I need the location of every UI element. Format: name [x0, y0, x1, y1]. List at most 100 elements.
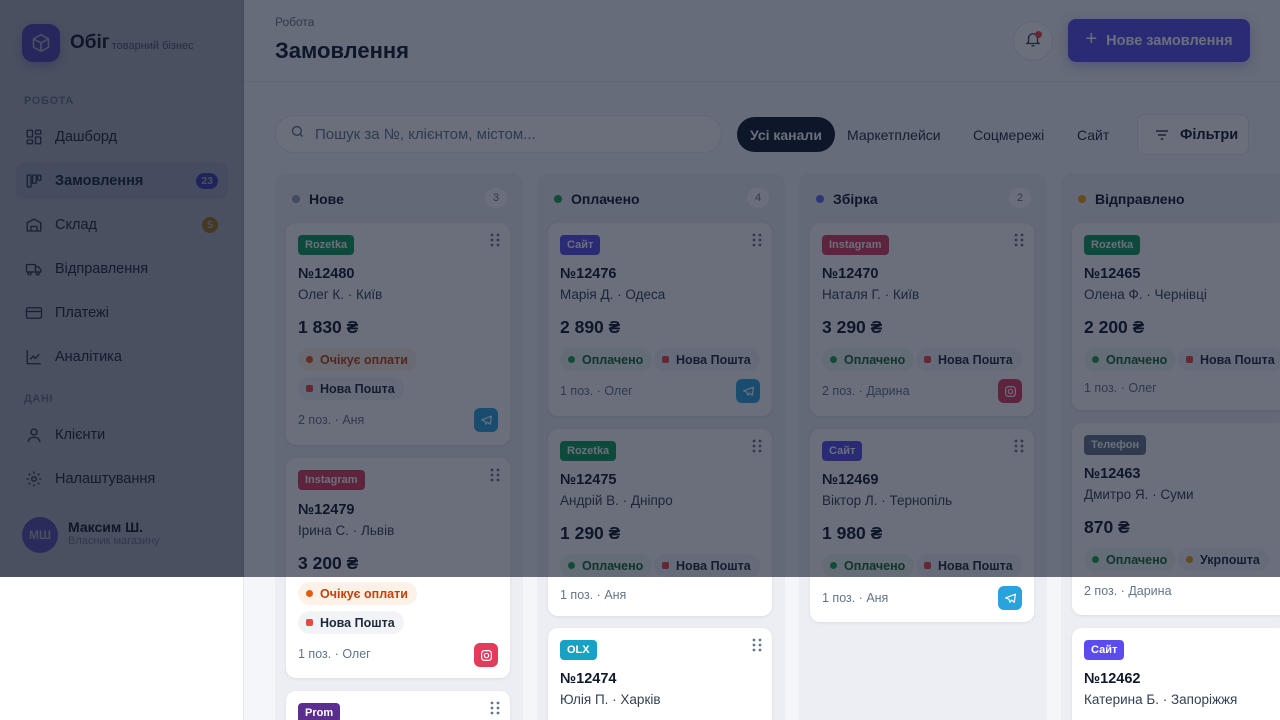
sidebar-item-analytics[interactable]: Аналітика — [16, 339, 228, 375]
drag-handle-icon[interactable] — [1014, 439, 1024, 453]
instagram-icon — [474, 643, 498, 667]
sidebar-item-label: Склад — [55, 217, 97, 233]
user-icon — [24, 425, 44, 445]
filters-label: Фільтри — [1180, 126, 1239, 143]
order-card[interactable]: Сайт №12476 Марія Д. · Одеса 2 890 ₴ Опл… — [548, 223, 772, 416]
payment-status-label: Оплачено — [844, 352, 906, 367]
order-amount: 870 ₴ — [1084, 517, 1130, 537]
order-number: №12474 — [560, 671, 617, 687]
column-count: 4 — [747, 188, 769, 208]
order-amount: 3 200 ₴ — [298, 553, 359, 573]
order-card[interactable]: Телефон №12463 Дмитро Я. · Суми 870 ₴ Оп… — [1072, 423, 1280, 615]
order-card[interactable]: Prom — [286, 691, 510, 720]
sidebar-item-dashboard[interactable]: Дашборд — [16, 119, 228, 155]
order-amount: 2 890 ₴ — [560, 317, 621, 337]
nav-section-data: ДАНІ — [24, 393, 54, 405]
order-amount: 2 200 ₴ — [1084, 317, 1145, 337]
sidebar-item-label: Платежі — [55, 305, 109, 321]
channel-tab-all[interactable]: Усі канали — [737, 117, 835, 152]
search-box[interactable] — [275, 115, 722, 153]
nav-section-work: РОБОТА — [24, 95, 74, 107]
header-divider — [244, 81, 1280, 82]
drag-handle-icon[interactable] — [752, 233, 762, 247]
order-number: №12475 — [560, 472, 617, 488]
channel-tab-social[interactable]: Соцмережі — [960, 117, 1057, 152]
order-card[interactable]: Сайт №12469 Віктор Л. · Тернопіль 1 980 … — [810, 429, 1034, 622]
order-customer: Віктор Л. · Тернопіль — [822, 493, 953, 508]
carrier-chip: Укрпошта — [1178, 548, 1269, 571]
order-number: №12469 — [822, 472, 879, 488]
column-status-dot — [554, 195, 562, 203]
new-order-label: Нове замовлення — [1106, 32, 1233, 49]
order-card[interactable]: Rozetka №12475 Андрій В. · Дніпро 1 290 … — [548, 429, 772, 616]
payment-status-label: Оплачено — [844, 558, 906, 573]
payment-status-chip: Оплачено — [560, 348, 653, 371]
drag-handle-icon[interactable] — [1014, 233, 1024, 247]
brand-subtitle: товарний бізнес — [111, 40, 194, 52]
warehouse-alert-badge: 5 — [202, 217, 218, 233]
drag-handle-icon[interactable] — [490, 701, 500, 715]
payment-status-chip: Оплачено — [1084, 548, 1177, 571]
telegram-icon — [998, 586, 1022, 610]
order-card[interactable]: Instagram №12470 Наталя Г. · Київ 3 290 … — [810, 223, 1034, 416]
drag-handle-icon[interactable] — [752, 638, 762, 652]
sidebar-item-label: Замовлення — [55, 173, 144, 189]
drag-handle-icon[interactable] — [490, 468, 500, 482]
sidebar-item-label: Аналітика — [55, 349, 122, 365]
sidebar-item-payments[interactable]: Платежі — [16, 295, 228, 331]
order-card[interactable]: Rozetka №12480 Олег К. · Київ 1 830 ₴ Оч… — [286, 223, 510, 445]
filters-button[interactable]: Фільтри — [1137, 114, 1249, 155]
filter-icon — [1154, 127, 1170, 143]
brand[interactable]: Обіг товарний бізнес — [22, 24, 194, 62]
new-order-button[interactable]: + Нове замовлення — [1068, 19, 1250, 62]
sidebar-item-shipments[interactable]: Відправлення — [16, 251, 228, 287]
order-card[interactable]: OLX №12474 Юлія П. · Харків — [548, 628, 772, 720]
channel-tab-marketplaces[interactable]: Маркетплейси — [834, 117, 954, 152]
carrier-label: Нова Пошта — [676, 352, 751, 367]
order-customer: Олег К. · Київ — [298, 287, 383, 302]
kanban-column-paid: Оплачено 4 Сайт №12476 Марія Д. · Одеса … — [537, 173, 785, 720]
channel-tab-site[interactable]: Сайт — [1064, 117, 1122, 152]
source-tag: Rozetka — [1084, 235, 1141, 255]
source-tag: OLX — [560, 640, 597, 660]
payment-status-chip: Оплачено — [560, 554, 653, 577]
breadcrumb[interactable]: Робота — [275, 15, 314, 29]
column-title: Оплачено — [571, 191, 640, 207]
order-meta: 2 поз. · Дарина — [1084, 584, 1172, 598]
payment-status-chip: Оплачено — [822, 348, 915, 371]
order-meta: 2 поз. · Аня — [298, 413, 365, 427]
warehouse-icon — [24, 215, 44, 235]
order-card[interactable]: Сайт №12462 Катерина Б. · Запоріжжя — [1072, 628, 1280, 720]
carrier-label: Нова Пошта — [1200, 352, 1275, 367]
order-customer: Юлія П. · Харків — [560, 692, 661, 707]
column-title: Збірка — [833, 191, 878, 207]
carrier-label: Нова Пошта — [320, 381, 395, 396]
column-title: Відправлено — [1095, 191, 1185, 207]
order-card[interactable]: Rozetka №12465 Олена Ф. · Чернівці 2 200… — [1072, 223, 1280, 410]
order-meta: 2 поз. · Дарина — [822, 384, 910, 398]
order-number: №12479 — [298, 502, 355, 518]
notifications-button[interactable] — [1013, 21, 1053, 61]
payment-status-chip: Оплачено — [1084, 348, 1177, 371]
user-name: Максим Ш. — [68, 519, 144, 535]
sidebar-item-warehouse[interactable]: Склад 5 — [16, 207, 228, 243]
sidebar-item-settings[interactable]: Налаштування — [16, 461, 228, 497]
telegram-icon — [736, 379, 760, 403]
order-number: №12465 — [1084, 266, 1141, 282]
sidebar-item-orders[interactable]: Замовлення 23 — [16, 163, 228, 199]
drag-handle-icon[interactable] — [752, 439, 762, 453]
source-tag: Rozetka — [560, 441, 617, 461]
drag-handle-icon[interactable] — [490, 233, 500, 247]
payment-status-label: Очікує оплати — [320, 586, 408, 601]
order-customer: Ірина С. · Львів — [298, 523, 395, 538]
user-profile[interactable]: МШ Максим Ш. Власник магазину — [22, 517, 160, 553]
order-number: №12480 — [298, 266, 355, 282]
order-meta: 1 поз. · Олег — [560, 384, 633, 398]
payment-status-chip: Очікує оплати — [298, 348, 417, 371]
search-input[interactable] — [315, 125, 695, 143]
carrier-label: Нова Пошта — [676, 558, 751, 573]
sidebar-item-clients[interactable]: Клієнти — [16, 417, 228, 453]
order-card[interactable]: Instagram №12479 Ірина С. · Львів 3 200 … — [286, 458, 510, 678]
card-icon — [24, 303, 44, 323]
source-tag: Instagram — [298, 470, 365, 490]
